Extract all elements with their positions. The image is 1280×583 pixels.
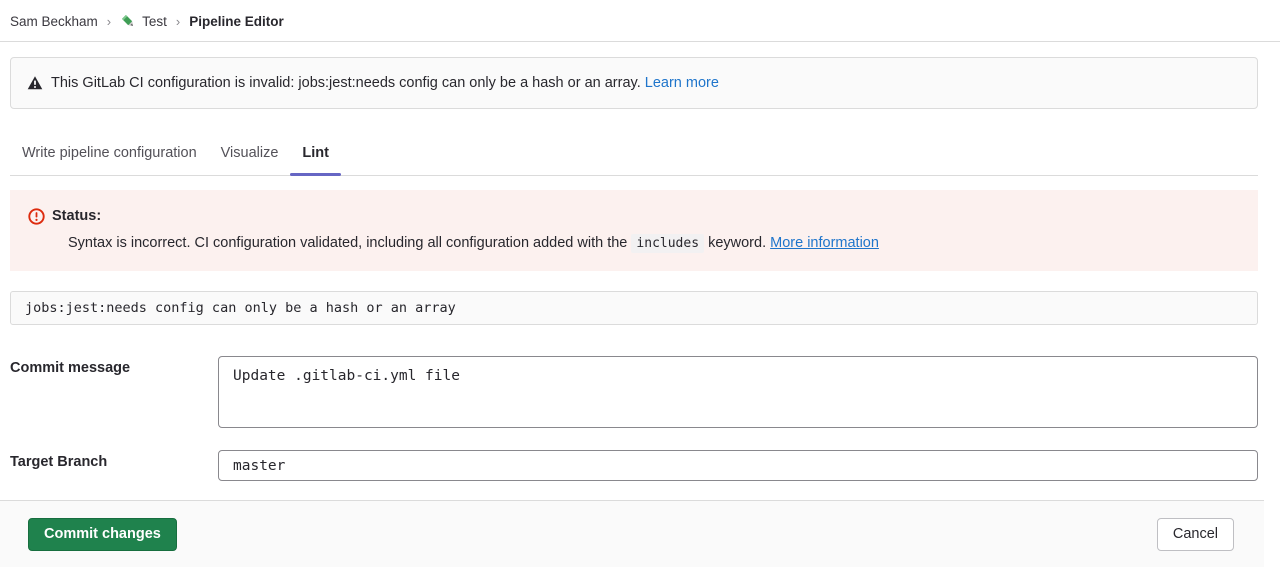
commit-changes-button[interactable]: Commit changes bbox=[28, 518, 177, 551]
chevron-right-icon: › bbox=[107, 14, 111, 29]
commit-action-bar: Commit changes Cancel bbox=[0, 500, 1264, 567]
learn-more-link[interactable]: Learn more bbox=[645, 75, 719, 91]
commit-message-input[interactable]: Update .gitlab-ci.yml file bbox=[218, 356, 1258, 428]
target-branch-input[interactable] bbox=[218, 450, 1258, 481]
error-circle-icon bbox=[28, 208, 45, 225]
status-body: Syntax is incorrect. CI configuration va… bbox=[28, 233, 1240, 254]
page-content: This GitLab CI configuration is invalid:… bbox=[10, 57, 1258, 481]
status-title: Status: bbox=[52, 206, 101, 226]
cancel-button[interactable]: Cancel bbox=[1157, 518, 1234, 551]
warning-triangle-icon bbox=[27, 75, 43, 91]
tab-visualize[interactable]: Visualize bbox=[209, 133, 291, 175]
pipeline-editor-tabs: Write pipeline configuration Visualize L… bbox=[10, 133, 1258, 176]
breadcrumb-item-user[interactable]: Sam Beckham bbox=[10, 14, 98, 29]
chevron-right-icon: › bbox=[176, 14, 180, 29]
ci-invalid-banner: This GitLab CI configuration is invalid:… bbox=[10, 57, 1258, 109]
more-information-link[interactable]: More information bbox=[770, 235, 879, 251]
lint-error-message: jobs:jest:needs config can only be a has… bbox=[10, 291, 1258, 325]
commit-message-label: Commit message bbox=[10, 356, 218, 376]
breadcrumb-item-project[interactable]: Test bbox=[142, 14, 167, 29]
project-avatar-pencil-icon bbox=[120, 13, 136, 29]
breadcrumb: Sam Beckham › Test › Pipeline Editor bbox=[0, 0, 1280, 42]
target-branch-label: Target Branch bbox=[10, 450, 218, 470]
lint-status-alert: Status: Syntax is incorrect. CI configur… bbox=[10, 190, 1258, 271]
tab-lint[interactable]: Lint bbox=[290, 133, 341, 175]
tab-write-pipeline-configuration[interactable]: Write pipeline configuration bbox=[10, 133, 209, 175]
breadcrumb-item-current: Pipeline Editor bbox=[189, 14, 284, 29]
commit-form: Commit message Update .gitlab-ci.yml fil… bbox=[10, 356, 1258, 481]
includes-keyword-chip: includes bbox=[631, 234, 704, 253]
banner-text: This GitLab CI configuration is invalid:… bbox=[51, 73, 719, 93]
